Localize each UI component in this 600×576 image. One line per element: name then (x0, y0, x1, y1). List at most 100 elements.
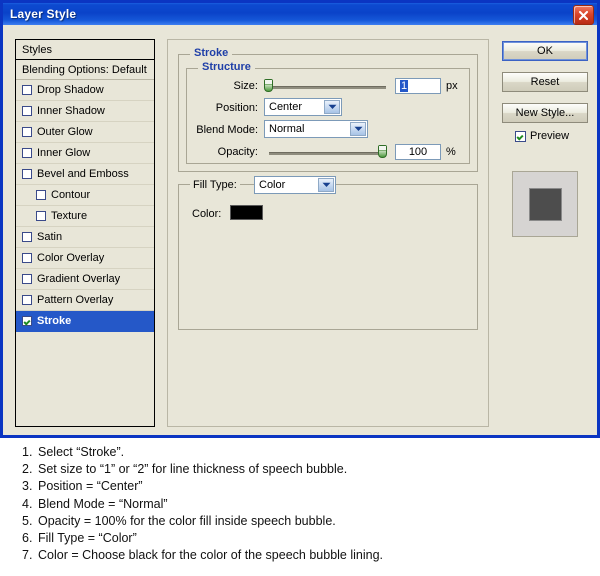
preview-toggle[interactable]: Preview (515, 130, 569, 142)
list-item: 4. Blend Mode = “Normal” (0, 496, 600, 513)
list-item: 2. Set size to “1” or “2” for line thick… (0, 461, 600, 478)
fill-type-dropdown[interactable]: Color (254, 176, 336, 194)
list-item-label: Satin (37, 230, 63, 243)
chevron-down-icon[interactable] (324, 100, 340, 114)
list-item-label: Drop Shadow (37, 83, 104, 96)
fill-type-group (178, 184, 478, 330)
list-item-label: Bevel and Emboss (37, 167, 129, 180)
list-item[interactable]: Inner Glow (16, 143, 154, 164)
list-item-label: Texture (51, 209, 88, 222)
blend-mode-label: Blend Mode: (196, 124, 258, 136)
color-label: Color: (192, 208, 222, 220)
size-slider-knob[interactable] (264, 79, 273, 92)
checkbox-pattern-overlay[interactable] (22, 295, 32, 305)
opacity-label: Opacity: (217, 146, 258, 158)
instruction-number: 5. (22, 513, 33, 528)
instruction-text: Fill Type = “Color” (38, 531, 137, 546)
checkbox-color-overlay[interactable] (22, 253, 32, 263)
size-value: 1 (400, 80, 409, 92)
list-item[interactable]: Bevel and Emboss (16, 164, 154, 185)
list-item[interactable]: Color Overlay (16, 248, 154, 269)
instruction-text: Select “Stroke”. (38, 445, 125, 459)
list-item: 1. Select “Stroke”. (0, 444, 600, 461)
stroke-options-panel: Stroke Structure Size: 1 px Position: Ce… (167, 39, 489, 427)
ok-button[interactable]: OK (502, 41, 588, 61)
instruction-number: 7. (22, 548, 33, 563)
layer-style-dialog: Layer Style Styles Blending Options: Def… (0, 0, 600, 438)
structure-group-title: Structure (198, 61, 255, 73)
instruction-number: 4. (22, 496, 33, 511)
close-icon[interactable] (573, 5, 594, 25)
styles-list[interactable]: Styles Blending Options: Default Drop Sh… (15, 39, 155, 427)
list-item-label: Inner Glow (37, 146, 91, 159)
list-item-label: Color Overlay (37, 251, 105, 264)
instruction-text: Blend Mode = “Normal” (38, 496, 168, 511)
opacity-value: 100 (408, 146, 428, 158)
checkbox-satin[interactable] (22, 232, 32, 242)
reset-button[interactable]: Reset (502, 72, 588, 92)
checkbox-stroke[interactable] (22, 316, 32, 326)
list-item-label: Gradient Overlay (37, 272, 121, 285)
checkbox-preview[interactable] (515, 130, 526, 142)
chevron-down-icon[interactable] (318, 178, 334, 192)
instruction-number: 2. (22, 462, 33, 477)
position-dropdown[interactable]: Center (264, 98, 342, 116)
fill-type-label: Fill Type: (190, 179, 240, 191)
instruction-text: Position = “Center” (38, 479, 143, 494)
checkbox-drop-shadow[interactable] (22, 85, 32, 95)
checkbox-bevel-and-emboss[interactable] (22, 169, 32, 179)
opacity-unit: % (446, 146, 456, 158)
checkbox-gradient-overlay[interactable] (22, 274, 32, 284)
list-item: 6. Fill Type = “Color” (0, 530, 600, 547)
instruction-text: Color = Choose black for the color of th… (38, 548, 384, 563)
styles-list-header: Styles (16, 40, 154, 60)
list-item-label: Contour (51, 188, 91, 201)
list-item[interactable]: Outer Glow (16, 122, 154, 143)
size-slider-track[interactable] (269, 86, 386, 89)
list-item-label: Outer Glow (37, 125, 93, 138)
list-item[interactable]: Gradient Overlay (16, 269, 154, 290)
list-item-label: Stroke (37, 314, 72, 327)
list-item[interactable]: Satin (16, 227, 154, 248)
dialog-body: Styles Blending Options: Default Drop Sh… (3, 25, 597, 435)
opacity-slider-track[interactable] (269, 152, 386, 155)
blending-options-row[interactable]: Blending Options: Default (16, 60, 154, 80)
checkbox-contour[interactable] (36, 190, 46, 200)
stroke-group-title: Stroke (190, 47, 233, 59)
color-swatch[interactable] (230, 205, 263, 220)
checkbox-outer-glow[interactable] (22, 127, 32, 137)
instruction-text: Set size to “1” or “2” for line thicknes… (38, 462, 348, 477)
list-item-label: Inner Shadow (37, 104, 105, 117)
preview-thumbnail-square (529, 188, 562, 221)
opacity-slider-knob[interactable] (378, 145, 387, 158)
instruction-text: Opacity = 100% for the color fill inside… (38, 513, 336, 528)
size-unit: px (446, 80, 458, 92)
checkbox-inner-glow[interactable] (22, 148, 32, 158)
size-input[interactable]: 1 (395, 78, 441, 94)
checkbox-inner-shadow[interactable] (22, 106, 32, 116)
list-item-stroke[interactable]: Stroke (16, 311, 154, 332)
list-item[interactable]: Pattern Overlay (16, 290, 154, 311)
opacity-input[interactable]: 100 (395, 144, 441, 160)
instruction-number: 1. (22, 445, 33, 459)
title-bar[interactable]: Layer Style (3, 3, 597, 25)
list-item[interactable]: Inner Shadow (16, 101, 154, 122)
preview-thumbnail (512, 171, 578, 237)
fill-type-value: Color (259, 179, 286, 191)
list-item: 7. Color = Choose black for the color of… (0, 547, 600, 564)
list-item[interactable]: Texture (16, 206, 154, 227)
instructions-list: 1. Select “Stroke”. 2. Set size to “1” o… (0, 444, 600, 564)
list-item-label: Pattern Overlay (37, 293, 114, 306)
checkbox-texture[interactable] (36, 211, 46, 221)
instruction-number: 3. (22, 479, 33, 494)
blend-mode-dropdown[interactable]: Normal (264, 120, 368, 138)
size-label: Size: (233, 80, 258, 92)
list-item[interactable]: Contour (16, 185, 154, 206)
list-item[interactable]: Drop Shadow (16, 80, 154, 101)
list-item: 5. Opacity = 100% for the color fill ins… (0, 513, 600, 530)
new-style-button[interactable]: New Style... (502, 103, 588, 123)
chevron-down-icon[interactable] (350, 122, 366, 136)
blend-mode-value: Normal (269, 123, 305, 135)
instruction-number: 6. (22, 531, 33, 546)
window-title: Layer Style (10, 7, 77, 21)
